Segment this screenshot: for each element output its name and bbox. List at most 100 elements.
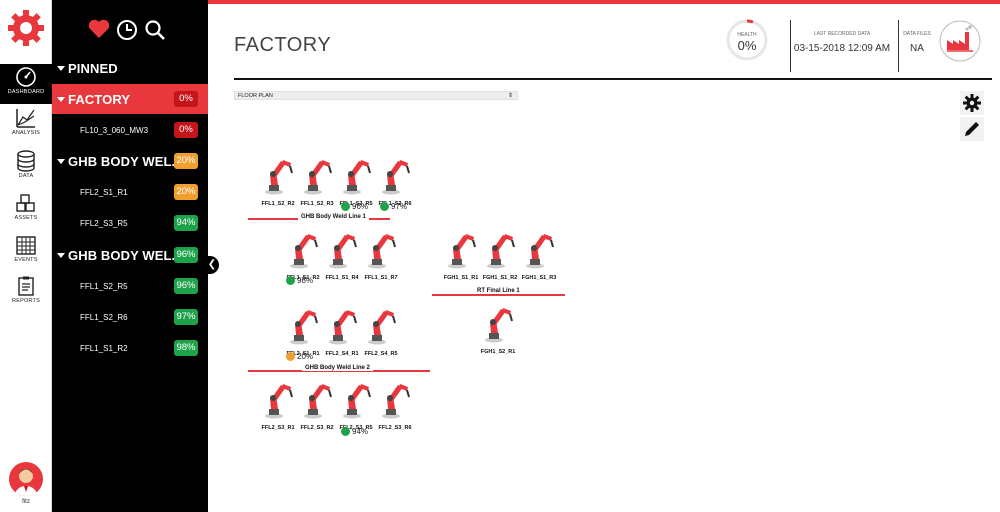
machine-label: FFL2_S3_R1 (261, 425, 295, 431)
list-item[interactable]: FFL1_S2_R5 96% (52, 271, 208, 301)
robot-machine[interactable]: FFL2_S1_R1 (283, 305, 323, 357)
item-label: FFL2_S3_R5 (80, 219, 128, 228)
boxes-icon (16, 194, 35, 212)
group-factory[interactable]: FACTORY 0% (52, 84, 208, 114)
list-item[interactable]: FFL1_S2_R6 97% (52, 302, 208, 332)
main-content: FACTORY HEALTH 0% LAST RECORDED DATA 03-… (208, 4, 1000, 512)
sidebar: PINNED FACTORY 0% FL10_3_060_MW3 0% GHB … (52, 0, 208, 512)
group-pinned[interactable]: PINNED (52, 53, 208, 83)
nav-label: DATA (18, 173, 34, 179)
nav-analysis[interactable]: ANALYSIS (0, 105, 52, 145)
machine-health: 96% (341, 202, 368, 211)
divider (790, 20, 791, 72)
status-badge: 20% (174, 184, 198, 200)
nav-dashboard[interactable]: DASHBOARD (0, 64, 52, 104)
nav-events[interactable]: EVENTS (0, 232, 52, 272)
robot-arm-icon (265, 384, 293, 419)
list-item[interactable]: FFL1_S1_R2 98% (52, 333, 208, 363)
robot-machine[interactable]: FFL2_S3_R1 (258, 379, 298, 431)
chevron-down-icon (57, 253, 65, 258)
data-files-label: DATA FILES (903, 31, 931, 37)
edit-button[interactable] (960, 117, 984, 141)
heart-icon[interactable] (88, 19, 110, 44)
robot-machine[interactable]: FFL2_S4_R1 (322, 305, 362, 357)
robot-arm-icon (290, 310, 318, 345)
nav-label: REPORTS (12, 298, 40, 304)
nav-label: ASSETS (14, 215, 38, 221)
group-label: FACTORY (68, 92, 131, 107)
chevron-down-icon (57, 159, 65, 164)
machine-label: FFL2_S4_R5 (364, 351, 398, 357)
robot-arm-icon (368, 234, 396, 269)
status-badge: 97% (174, 309, 198, 325)
user-name: fitz (22, 499, 30, 505)
group-label: GHB BODY WEL... (68, 154, 178, 169)
gear-logo-icon[interactable] (6, 8, 46, 48)
status-badge: 0% (174, 91, 198, 107)
robot-machine[interactable]: FFL1_S2_R3 (297, 155, 337, 207)
machine-label: FGH1_S1_R3 (521, 275, 557, 281)
user-avatar-icon (14, 469, 38, 496)
sidebar-toolbar (52, 16, 208, 46)
machine-health-value: 20% (297, 352, 314, 361)
machine-label: FFL2_S3_R6 (378, 425, 412, 431)
nav-label: EVENTS (14, 257, 38, 263)
factory-logo-icon[interactable] (939, 20, 981, 62)
search-icon[interactable] (144, 19, 166, 46)
machine-health-value: 98% (297, 276, 314, 285)
status-badge: 0% (174, 122, 198, 138)
nav-label: DASHBOARD (7, 89, 45, 95)
header-divider (234, 78, 992, 80)
robot-arm-icon (448, 234, 476, 269)
robot-arm-icon (485, 308, 513, 343)
nav-label: ANALYSIS (11, 130, 41, 136)
robot-arm-icon (382, 384, 410, 419)
robot-machine[interactable]: FGH1_S2_R1 (478, 303, 518, 355)
robot-machine[interactable]: FFL1_S2_R5 (336, 155, 376, 207)
robot-machine[interactable]: FFL1_S1_R2 (283, 229, 323, 281)
robot-machine[interactable]: FFL1_S1_R7 (361, 229, 401, 281)
status-badge: 96% (174, 278, 198, 294)
robot-machine[interactable]: FGH1_S1_R2 (480, 229, 520, 281)
item-label: FFL2_S1_R1 (80, 188, 128, 197)
settings-button[interactable] (960, 91, 984, 115)
robot-machine[interactable]: FFL2_S3_R6 (375, 379, 415, 431)
robot-machine[interactable]: FFL2_S4_R5 (361, 305, 401, 357)
view-select[interactable]: FLOOR PLAN ⇕ (234, 91, 518, 100)
robot-machine[interactable]: FFL2_S3_R5 (336, 379, 376, 431)
nav-rail: DASHBOARD ANALYSIS DATA ASSETS EVENTS RE… (0, 0, 52, 512)
production-line-label[interactable]: RT Final Line 1 (474, 288, 523, 294)
divider (898, 20, 899, 72)
status-badge: 98% (174, 340, 198, 356)
last-recorded-value: 03-15-2018 12:09 AM (793, 43, 891, 54)
robot-machine[interactable]: FFL1_S2_R6 (375, 155, 415, 207)
machine-health: 98% (286, 276, 313, 285)
robot-machine[interactable]: FFL1_S1_R4 (322, 229, 362, 281)
status-dot-icon (341, 202, 350, 211)
nav-assets[interactable]: ASSETS (0, 190, 52, 230)
database-icon (17, 150, 35, 172)
data-files-value: NA (910, 43, 924, 54)
history-clock-icon[interactable] (116, 19, 138, 46)
production-line-label[interactable]: GHB Body Weld Line 2 (302, 365, 373, 371)
robot-arm-icon (329, 310, 357, 345)
robot-machine[interactable]: FFL2_S3_R2 (297, 379, 337, 431)
avatar[interactable] (9, 462, 43, 496)
item-label: FFL1_S1_R2 (80, 344, 128, 353)
robot-machine[interactable]: FGH1_S1_R1 (441, 229, 481, 281)
list-item[interactable]: FL10_3_060_MW3 0% (52, 115, 208, 145)
group-label: GHB BODY WEL... (68, 248, 178, 263)
production-line-label[interactable]: GHB Body Weld Line 1 (298, 214, 369, 220)
item-label: FFL1_S2_R5 (80, 282, 128, 291)
robot-machine[interactable]: FGH1_S1_R3 (519, 229, 559, 281)
list-item[interactable]: FFL2_S1_R1 20% (52, 177, 208, 207)
nav-data[interactable]: DATA (0, 148, 52, 188)
group-ghb-body-weld-1[interactable]: GHB BODY WEL... 20% (52, 146, 208, 176)
nav-reports[interactable]: REPORTS (0, 273, 52, 313)
pencil-icon (965, 122, 979, 136)
status-dot-icon (286, 352, 295, 361)
robot-machine[interactable]: FFL1_S2_R2 (258, 155, 298, 207)
machine-label: FFL1_S2_R2 (261, 201, 295, 207)
list-item[interactable]: FFL2_S3_R5 94% (52, 208, 208, 238)
group-ghb-body-weld-2[interactable]: GHB BODY WEL... 96% (52, 240, 208, 270)
